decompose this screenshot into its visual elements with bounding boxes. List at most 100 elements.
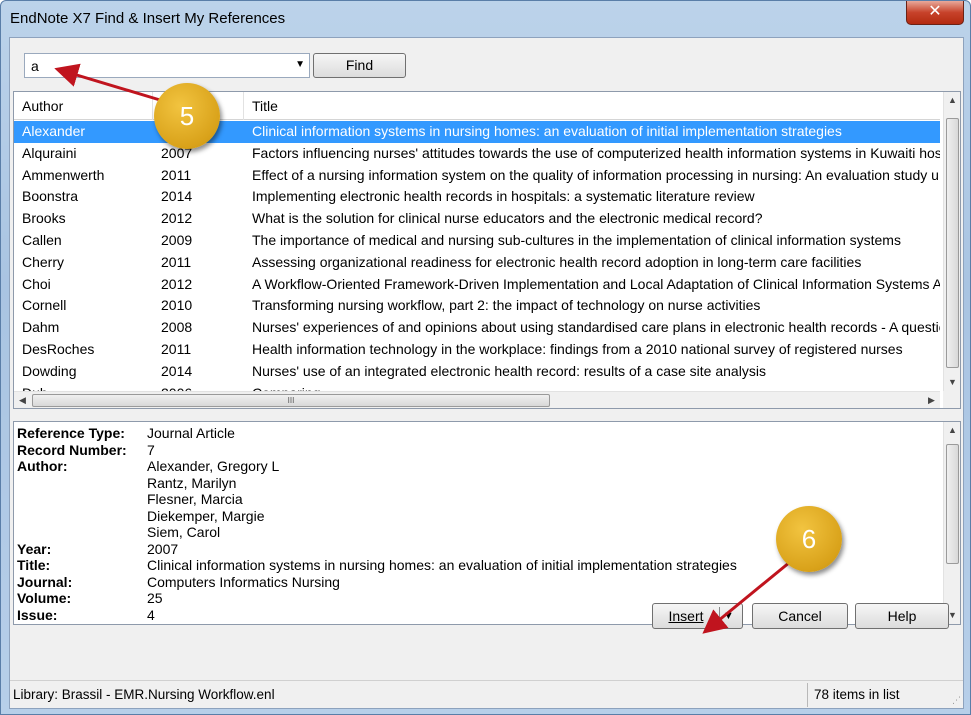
list-horizontal-scrollbar[interactable]: ◀ III ▶ [14,391,940,408]
detail-line: Journal: Computers Informatics Nursing [17,574,937,591]
cell-year: 2011 [161,253,192,270]
cell-year: 2009 [161,231,193,248]
scroll-thumb[interactable] [946,444,959,564]
search-input[interactable]: a ▼ [24,53,310,78]
table-row[interactable]: Alexander Clinical information systems in… [14,121,940,143]
scrollbar-corner [943,391,960,408]
insert-button[interactable]: Insert ▼ [652,603,743,629]
scroll-thumb-horizontal[interactable]: III [32,394,550,407]
detail-line: Rantz, Marilyn [17,475,937,492]
cell-author: Choi [22,275,51,292]
cell-year: 2012 [161,210,193,227]
status-bar: Library: Brassil - EMR.Nursing Workflow.… [10,680,963,708]
list-vertical-scrollbar[interactable]: ▲ ▼ [943,92,960,391]
chevron-down-icon[interactable]: ▼ [723,604,734,628]
column-header-author[interactable]: Author [14,92,153,120]
status-library: Library: Brassil - EMR.Nursing Workflow.… [13,687,275,702]
table-row[interactable]: Boonstra 2014 Implementing electronic heal… [14,186,940,208]
cell-author: Alexander [22,123,86,139]
detail-label: Issue: [17,606,58,623]
search-value: a [31,58,39,74]
cell-title: Nurses' use of an integrated electronic … [252,362,766,379]
cancel-button[interactable]: Cancel [752,603,848,629]
detail-label: Journal: [17,573,73,590]
table-row[interactable]: Brooks 2012 What is the solution for clini… [14,208,940,230]
cell-year: 2011 [161,340,192,357]
detail-value: 7 [147,441,155,458]
details-vertical-scrollbar[interactable]: ▲ ▼ [943,422,960,624]
step-5-callout: 5 [154,83,220,149]
table-row[interactable]: Callen 2009 The importance of medical and … [14,230,940,252]
scroll-down-icon[interactable]: ▼ [944,374,960,391]
scroll-up-icon[interactable]: ▲ [944,92,960,109]
detail-label: Record Number: [17,441,127,458]
cell-year: 2011 [161,166,192,183]
close-button[interactable]: ✕ [906,1,964,25]
cell-author: Ammenwerth [22,166,105,183]
cell-year: 2014 [161,362,193,379]
cell-title: Effect of a nursing information system o… [252,166,939,183]
cell-author: Cornell [22,297,67,314]
detail-value: Computers Informatics Nursing [147,573,340,590]
detail-label: Year: [17,540,52,557]
table-row[interactable]: Cherry 2011 Assessing organizational readi… [14,252,940,274]
table-row[interactable]: Ammenwerth 2011 Effect of a nursing inform… [14,165,940,187]
cell-title: What is the solution for clinical nurse … [252,210,763,227]
insert-button-label[interactable]: Insert [653,604,719,628]
step-6-callout: 6 [776,506,842,572]
cell-title: Clinical information systems in nursing … [252,123,842,139]
split-divider [719,607,720,625]
table-row[interactable]: Cornell 2010 Transforming nursing workflow… [14,295,940,317]
cell-title: Nurses' experiences of and opinions abou… [252,319,940,336]
table-row[interactable]: Choi 2012 A Workflow-Oriented Framework-Dr… [14,274,940,296]
resize-grip-icon[interactable]: ⋰ [952,695,961,706]
cell-author: Boonstra [22,188,79,205]
detail-value: Alexander, Gregory L [147,458,280,474]
status-item-count: 78 items in list [814,687,900,702]
detail-value: Flesner, Marcia [147,491,243,507]
cell-author: Dahm [22,319,60,336]
cell-author: Brooks [22,210,66,227]
cell-year: 2008 [161,319,193,336]
detail-line: Flesner, Marcia [17,491,937,508]
cell-title: Assessing organizational readiness for e… [252,253,862,270]
cell-title: Factors influencing nurses' attitudes to… [252,144,940,161]
find-button[interactable]: Find [313,53,406,78]
detail-line: Reference Type: Journal Article [17,425,937,442]
chevron-down-icon[interactable]: ▼ [295,59,305,70]
detail-line: Author: Alexander, Gregory L [17,458,937,475]
help-button[interactable]: Help [855,603,949,629]
table-row[interactable]: Dahm 2008 Nurses' experiences of and opini… [14,317,940,339]
table-row[interactable]: Dowding 2014 Nurses' use of an integrated … [14,361,940,383]
cell-title: Comparing ... [252,383,940,391]
detail-value: Siem, Carol [147,524,221,540]
reference-list[interactable]: Author ^ Year Title Alexander Clinical in… [13,91,961,409]
detail-value: Rantz, Marilyn [147,474,237,491]
cell-title: The importance of medical and nursing su… [252,231,901,248]
dialog-window: EndNote X7 Find & Insert My References ✕… [0,0,971,715]
column-header-title[interactable]: Title [244,92,940,120]
cell-author: Dowding [22,362,77,379]
scroll-up-icon[interactable]: ▲ [944,422,960,439]
scroll-thumb[interactable] [946,118,959,368]
cell-title: Transforming nursing workflow, part 2: t… [252,297,761,314]
reference-rows: Alexander Clinical information systems in… [14,121,940,391]
table-row[interactable]: Alquraini 2007 Factors influencing nurses'… [14,143,940,165]
detail-value: Journal Article [147,425,235,441]
detail-label: Reference Type: [17,425,125,441]
scroll-right-icon[interactable]: ▶ [923,392,940,408]
detail-label: Title: [17,557,51,573]
detail-value: Diekemper, Margie [147,507,265,524]
detail-value: Clinical information systems in nursing … [147,557,737,573]
cell-author: Alquraini [22,144,77,161]
cell-author: DesRoches [22,340,95,357]
table-row[interactable]: Dub... 2006 Comparing ... [14,383,940,391]
window-title: EndNote X7 Find & Insert My References [10,10,286,27]
detail-value: 2007 [147,540,179,557]
table-row[interactable]: DesRoches 2011 Health information technolo… [14,339,940,361]
scroll-left-icon[interactable]: ◀ [14,392,31,408]
cell-title: Health information technology in the wor… [252,340,903,357]
title-bar[interactable]: EndNote X7 Find & Insert My References ✕ [1,1,970,37]
detail-line: Record Number: 7 [17,442,937,459]
cell-year: 2014 [161,188,193,205]
